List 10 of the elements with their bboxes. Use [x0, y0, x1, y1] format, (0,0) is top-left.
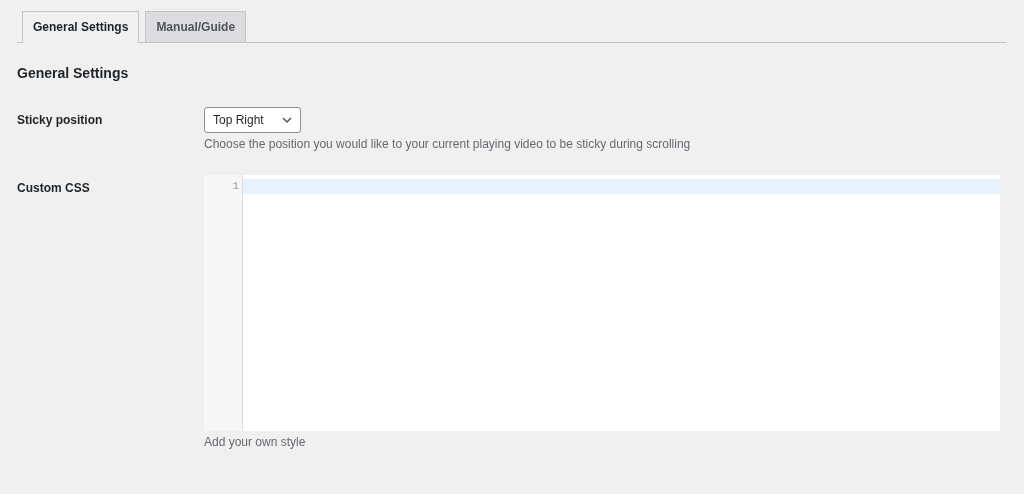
- field-label: Custom CSS: [17, 180, 91, 197]
- field-description: Add your own style: [204, 435, 307, 449]
- tab[interactable]: Manual/Guide: [145, 11, 247, 42]
- chevron-down-icon: [281, 117, 292, 123]
- position-dropdown[interactable]: Top Right: [204, 107, 301, 133]
- tab[interactable]: General Settings: [22, 11, 140, 43]
- line-number: 1: [231, 180, 240, 192]
- field-label: Sticky position: [17, 112, 104, 129]
- section-title: General Settings: [17, 65, 130, 81]
- field-description: Choose the position you would like to your current playing video to be sticky during scrolling: [204, 137, 692, 151]
